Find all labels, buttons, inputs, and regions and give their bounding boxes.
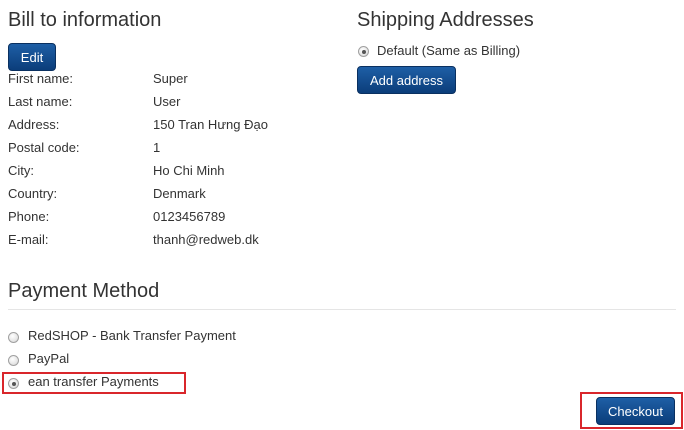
- field-value: 0123456789: [153, 209, 226, 224]
- field-value: 150 Tran Hưng Đạo: [153, 117, 268, 132]
- field-label: Phone:: [8, 209, 50, 224]
- billing-row-city: City: Ho Chi Minh: [8, 163, 338, 183]
- add-address-button[interactable]: Add address: [357, 66, 456, 94]
- field-label: First name:: [8, 71, 74, 86]
- shipping-default-radio[interactable]: [358, 46, 369, 57]
- billing-row-postal-code: Postal code: 1: [8, 140, 338, 160]
- payment-title: Payment Method: [8, 280, 160, 302]
- field-value: User: [153, 94, 181, 109]
- section-divider: [8, 309, 676, 310]
- payment-label-paypal: PayPal: [28, 351, 70, 366]
- billing-title: Bill to information: [8, 9, 162, 31]
- checkout-highlight-box: [580, 392, 683, 429]
- field-value: Denmark: [153, 186, 206, 201]
- billing-row-email: E-mail: thanh@redweb.dk: [8, 232, 338, 252]
- field-value: Ho Chi Minh: [153, 163, 225, 178]
- field-label: E-mail:: [8, 232, 49, 247]
- shipping-title: Shipping Addresses: [357, 9, 534, 31]
- field-label: City:: [8, 163, 34, 178]
- field-label: Last name:: [8, 94, 73, 109]
- billing-row-first-name: First name: Super: [8, 71, 338, 91]
- billing-row-phone: Phone: 0123456789: [8, 209, 338, 229]
- edit-button[interactable]: Edit: [8, 43, 56, 71]
- billing-row-country: Country: Denmark: [8, 186, 338, 206]
- shipping-default-label: Default (Same as Billing): [377, 43, 521, 58]
- field-value: 1: [153, 140, 161, 155]
- payment-label-bank-transfer: RedSHOP - Bank Transfer Payment: [28, 328, 236, 343]
- billing-row-last-name: Last name: User: [8, 94, 338, 114]
- payment-radio-bank-transfer[interactable]: [8, 332, 19, 343]
- field-label: Address:: [8, 117, 60, 132]
- payment-highlight-box: [2, 372, 186, 394]
- field-value: thanh@redweb.dk: [153, 232, 259, 247]
- field-label: Postal code:: [8, 140, 80, 155]
- billing-row-address: Address: 150 Tran Hưng Đạo: [8, 117, 338, 137]
- payment-radio-paypal[interactable]: [8, 355, 19, 366]
- field-label: Country:: [8, 186, 58, 201]
- field-value: Super: [153, 71, 188, 86]
